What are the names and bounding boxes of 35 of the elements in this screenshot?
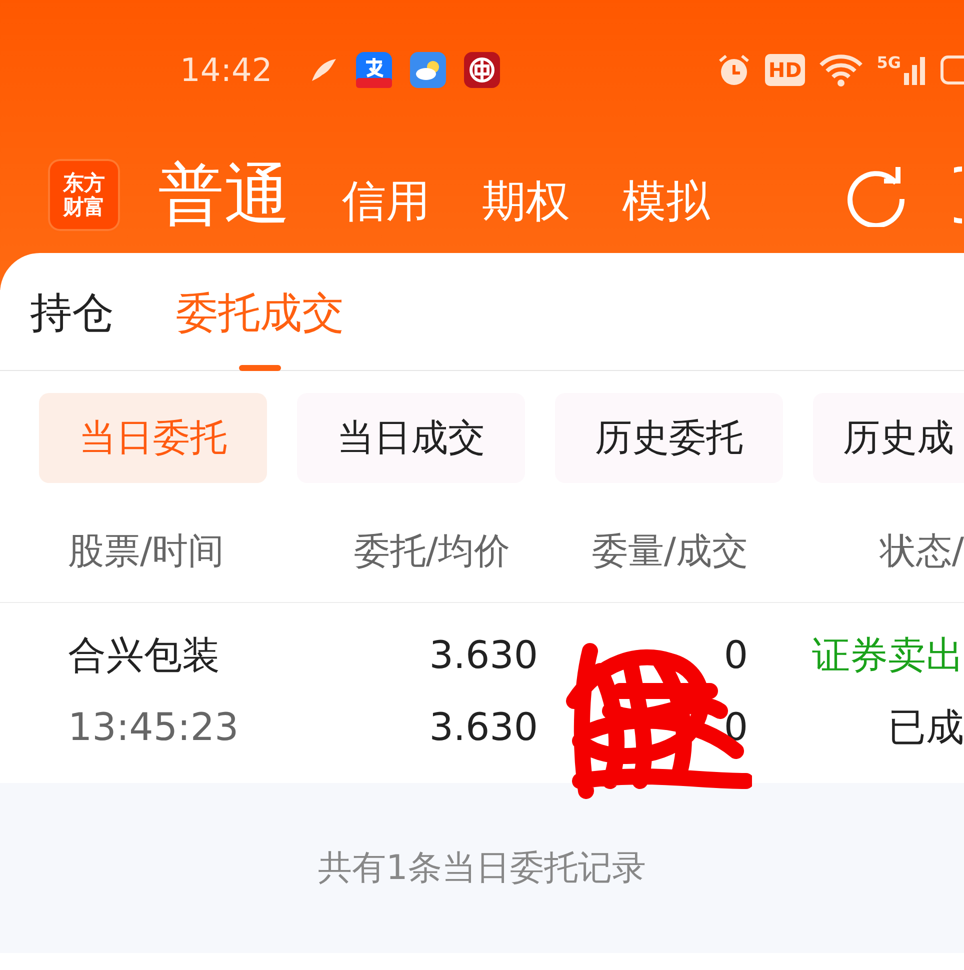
signal-icon	[904, 55, 926, 85]
column-header: 委托/均价	[354, 530, 510, 572]
table-cell-text: 已成	[888, 704, 964, 750]
table-cell-text: 0	[724, 632, 748, 678]
mode-tab[interactable]: 期权	[482, 180, 570, 224]
table-cell-text: 13:45:23	[68, 704, 239, 750]
column-header: 状态/	[880, 530, 964, 572]
mode-tab[interactable]: 普通	[158, 162, 290, 228]
network-label: 5G	[876, 55, 901, 71]
filter-chip[interactable]: 当日成交	[297, 393, 525, 483]
tab[interactable]: 委托成交	[176, 253, 344, 371]
table-cell-text: 3.630	[429, 632, 538, 678]
bank-app-icon	[464, 52, 500, 88]
table-cell-text: 3.630	[429, 704, 538, 750]
tab[interactable]: 持仓	[30, 253, 114, 371]
column-header: 股票/时间	[68, 530, 224, 572]
alarm-icon	[717, 53, 752, 87]
payment-app-icon	[356, 52, 392, 88]
filter-chip[interactable]: 当日委托	[39, 393, 267, 483]
table-cell-text: 合兴包装	[68, 632, 220, 678]
column-header: 委量/成交	[592, 530, 748, 572]
battery-icon	[940, 55, 964, 85]
table-cell-text: 0	[724, 704, 748, 750]
app-logo: 东方 财富	[48, 159, 120, 231]
clock-time: 14:42	[180, 50, 272, 91]
wifi-icon	[818, 53, 863, 87]
hd-indicator: HD	[765, 54, 805, 86]
weather-icon	[410, 52, 446, 88]
feather-icon	[310, 57, 338, 83]
mode-tab[interactable]: 模拟	[622, 180, 710, 224]
record-count-text: 共有1条当日委托记录	[318, 846, 646, 890]
filter-chip[interactable]: 历史委托	[555, 393, 783, 483]
filter-chip[interactable]: 历史成	[813, 393, 964, 483]
table-cell-text: 证券卖出	[812, 632, 964, 678]
mode-tab[interactable]: 信用	[342, 180, 430, 224]
